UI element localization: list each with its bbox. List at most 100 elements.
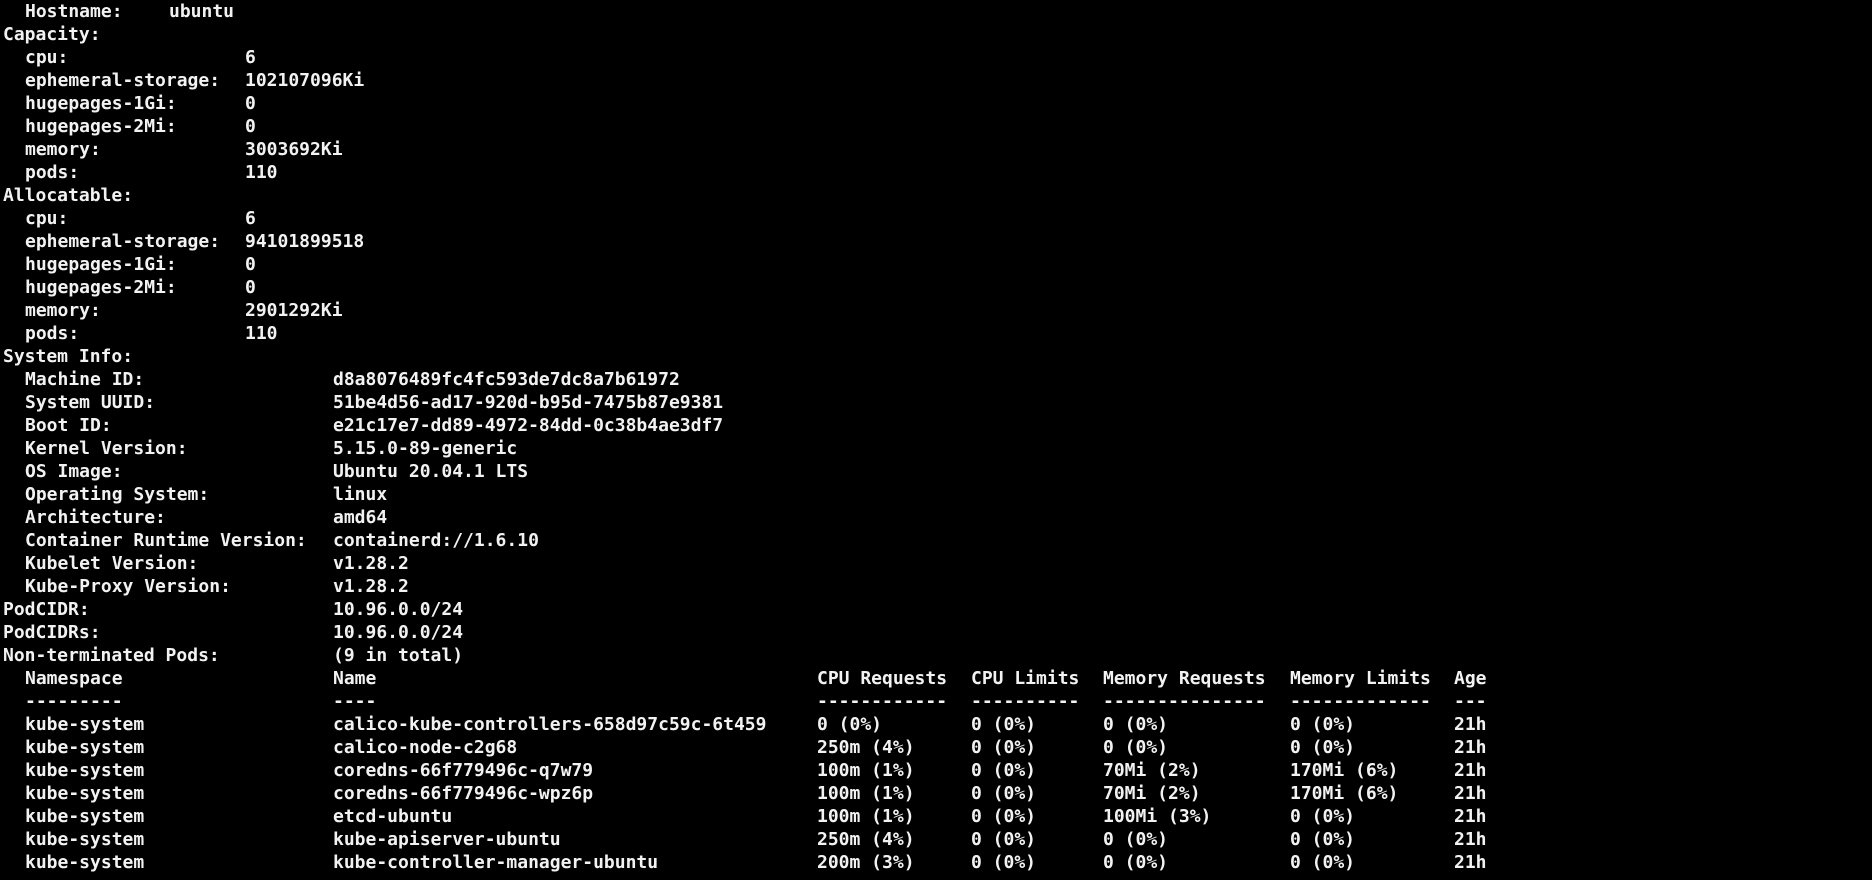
non-terminated-pods-line: Non-terminated Pods: (9 in total) — [3, 644, 1869, 667]
capacity-value: 0 — [245, 93, 256, 114]
allocatable-key: cpu: — [25, 208, 69, 229]
pod-namespace: kube-system — [25, 852, 145, 873]
column-header-cpu-requests: CPU Requests — [817, 668, 948, 689]
pod-name: kube-controller-manager-ubuntu — [333, 852, 659, 873]
podcidrs-line: PodCIDRs: 10.96.0.0/24 — [3, 621, 1869, 644]
hostname-line: Hostname: ubuntu — [3, 0, 1869, 23]
pod-age: 21h — [1454, 852, 1487, 873]
table-row: kube-system coredns-66f779496c-q7w79 100… — [3, 759, 1869, 782]
pod-memory-limits: 0 (0%) — [1290, 737, 1356, 758]
pod-cpu-limits: 0 (0%) — [971, 737, 1037, 758]
pod-name: etcd-ubuntu — [333, 806, 453, 827]
pod-name: calico-kube-controllers-658d97c59c-6t459 — [333, 714, 767, 735]
pod-cpu-limits: 0 (0%) — [971, 829, 1037, 850]
system-info-row: OS Image: Ubuntu 20.04.1 LTS — [3, 460, 1869, 483]
allocatable-row: pods: 110 — [3, 322, 1869, 345]
pod-name: coredns-66f779496c-wpz6p — [333, 783, 594, 804]
pod-age: 21h — [1454, 760, 1487, 781]
pod-memory-limits: 0 (0%) — [1290, 714, 1356, 735]
pod-namespace: kube-system — [25, 806, 145, 827]
system-info-key: Operating System: — [25, 484, 210, 505]
pod-memory-limits: 170Mi (6%) — [1290, 760, 1399, 781]
pod-namespace: kube-system — [25, 829, 145, 850]
allocatable-value: 6 — [245, 208, 256, 229]
pod-cpu-requests: 250m (4%) — [817, 737, 915, 758]
pod-age: 21h — [1454, 829, 1487, 850]
system-info-value: amd64 — [333, 507, 388, 528]
pod-memory-requests: 70Mi (2%) — [1103, 783, 1201, 804]
column-header-memory-limits: Memory Limits — [1290, 668, 1431, 689]
capacity-header-line: Capacity: — [3, 23, 1869, 46]
allocatable-header-line: Allocatable: — [3, 184, 1869, 207]
podcidr-label: PodCIDR: — [3, 599, 90, 620]
pod-memory-requests: 70Mi (2%) — [1103, 760, 1201, 781]
system-info-value: d8a8076489fc4fc593de7dc8a7b61972 — [333, 369, 680, 390]
system-info-row: Kernel Version: 5.15.0-89-generic — [3, 437, 1869, 460]
pod-namespace: kube-system — [25, 714, 145, 735]
capacity-row: ephemeral-storage: 102107096Ki — [3, 69, 1869, 92]
system-info-key: OS Image: — [25, 461, 123, 482]
column-header-name: Name — [333, 668, 377, 689]
separator: --- — [1454, 691, 1487, 712]
hostname-value: ubuntu — [169, 1, 235, 22]
pod-memory-limits: 0 (0%) — [1290, 829, 1356, 850]
system-info-key: Boot ID: — [25, 415, 112, 436]
pod-cpu-limits: 0 (0%) — [971, 714, 1037, 735]
capacity-row: memory: 3003692Ki — [3, 138, 1869, 161]
allocatable-key: hugepages-2Mi: — [25, 277, 177, 298]
terminal-window[interactable]: Hostname: ubuntu Capacity: cpu: 6 epheme… — [3, 0, 1869, 880]
pod-memory-requests: 0 (0%) — [1103, 852, 1169, 873]
allocatable-value: 94101899518 — [245, 231, 365, 252]
system-info-row: Kube-Proxy Version: v1.28.2 — [3, 575, 1869, 598]
system-info-key: Kube-Proxy Version: — [25, 576, 231, 597]
system-info-value: containerd://1.6.10 — [333, 530, 539, 551]
system-info-row: Architecture: amd64 — [3, 506, 1869, 529]
system-info-key: Kubelet Version: — [25, 553, 199, 574]
capacity-value: 3003692Ki — [245, 139, 343, 160]
system-info-row: Machine ID: d8a8076489fc4fc593de7dc8a7b6… — [3, 368, 1869, 391]
allocatable-value: 110 — [245, 323, 278, 344]
pod-age: 21h — [1454, 783, 1487, 804]
system-info-value: Ubuntu 20.04.1 LTS — [333, 461, 529, 482]
pod-cpu-limits: 0 (0%) — [971, 806, 1037, 827]
allocatable-key: ephemeral-storage: — [25, 231, 221, 252]
capacity-value: 110 — [245, 162, 278, 183]
pod-cpu-requests: 0 (0%) — [817, 714, 883, 735]
capacity-key: ephemeral-storage: — [25, 70, 221, 91]
allocatable-header: Allocatable: — [3, 185, 134, 206]
pod-namespace: kube-system — [25, 783, 145, 804]
column-header-age: Age — [1454, 668, 1487, 689]
capacity-row: cpu: 6 — [3, 46, 1869, 69]
system-info-row: System UUID: 51be4d56-ad17-920d-b95d-747… — [3, 391, 1869, 414]
non-terminated-pods-label: Non-terminated Pods: — [3, 645, 220, 666]
allocatable-row: hugepages-2Mi: 0 — [3, 276, 1869, 299]
system-info-value: 51be4d56-ad17-920d-b95d-7475b87e9381 — [333, 392, 724, 413]
non-terminated-pods-count: (9 in total) — [333, 645, 464, 666]
pod-cpu-requests: 200m (3%) — [817, 852, 915, 873]
pod-memory-requests: 0 (0%) — [1103, 737, 1169, 758]
system-info-value: e21c17e7-dd89-4972-84dd-0c38b4ae3df7 — [333, 415, 724, 436]
pod-age: 21h — [1454, 737, 1487, 758]
podcidrs-label: PodCIDRs: — [3, 622, 101, 643]
capacity-key: hugepages-1Gi: — [25, 93, 177, 114]
column-header-namespace: Namespace — [25, 668, 123, 689]
pod-name: coredns-66f779496c-q7w79 — [333, 760, 594, 781]
capacity-row: hugepages-2Mi: 0 — [3, 115, 1869, 138]
pod-age: 21h — [1454, 714, 1487, 735]
allocatable-row: hugepages-1Gi: 0 — [3, 253, 1869, 276]
allocatable-row: cpu: 6 — [3, 207, 1869, 230]
separator: --------- — [25, 691, 123, 712]
pod-cpu-limits: 0 (0%) — [971, 760, 1037, 781]
separator: --------------- — [1103, 691, 1266, 712]
system-info-value: v1.28.2 — [333, 553, 409, 574]
pod-cpu-requests: 100m (1%) — [817, 783, 915, 804]
podcidr-value: 10.96.0.0/24 — [333, 599, 464, 620]
system-info-key: System UUID: — [25, 392, 156, 413]
column-header-cpu-limits: CPU Limits — [971, 668, 1080, 689]
capacity-header: Capacity: — [3, 24, 101, 45]
capacity-key: cpu: — [25, 47, 69, 68]
pods-table-separator: --------- ---- ------------ ---------- -… — [3, 690, 1869, 713]
column-header-memory-requests: Memory Requests — [1103, 668, 1266, 689]
table-row: kube-system calico-kube-controllers-658d… — [3, 713, 1869, 736]
system-info-key: Container Runtime Version: — [25, 530, 307, 551]
